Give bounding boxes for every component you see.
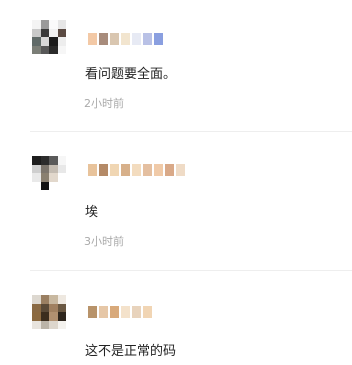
avatar-pixel	[57, 181, 66, 190]
avatar-pixel	[49, 320, 58, 329]
comment-text: 这不是正常的码	[85, 344, 177, 359]
avatar-pixel	[57, 45, 66, 54]
username-pixel	[88, 33, 97, 45]
avatar-pixel	[49, 181, 58, 190]
username-pixel	[121, 306, 130, 318]
username-pixel	[110, 33, 119, 45]
avatar-pixel	[32, 156, 41, 165]
avatar-pixel	[32, 173, 41, 182]
username-pixel	[143, 164, 152, 176]
comment-time: 2小时前	[84, 97, 124, 110]
avatar-pixel	[57, 173, 66, 182]
username-pixel	[99, 164, 108, 176]
avatar-pixel	[32, 28, 41, 37]
username-pixel	[154, 33, 163, 45]
avatar-pixel	[49, 45, 58, 54]
avatar[interactable]	[32, 20, 66, 54]
avatar-pixel	[57, 303, 66, 312]
avatar-pixel	[49, 28, 58, 37]
avatar-pixel	[49, 37, 58, 46]
avatar-pixel	[49, 164, 58, 173]
username-pixel	[132, 164, 141, 176]
comment-text: 看问题要全面。	[85, 67, 177, 82]
avatar-pixel	[32, 295, 41, 304]
avatar-pixel	[32, 312, 41, 321]
username-pixel	[88, 164, 97, 176]
avatar-pixel	[32, 320, 41, 329]
username-pixel	[154, 164, 163, 176]
avatar-pixel	[40, 303, 49, 312]
avatar-pixel	[57, 295, 66, 304]
username-pixel	[143, 306, 152, 318]
avatar-pixel	[40, 312, 49, 321]
avatar-pixel	[40, 320, 49, 329]
avatar[interactable]	[32, 156, 66, 190]
username-pixel	[165, 164, 174, 176]
avatar-pixel	[49, 303, 58, 312]
avatar-pixel	[40, 156, 49, 165]
avatar-pixel	[40, 173, 49, 182]
avatar[interactable]	[32, 295, 66, 329]
avatar-pixel	[57, 156, 66, 165]
avatar-pixel	[40, 295, 49, 304]
avatar-pixel	[32, 37, 41, 46]
username-pixel	[99, 306, 108, 318]
username-pixel	[99, 33, 108, 45]
avatar-pixel	[32, 164, 41, 173]
comment-time: 3小时前	[84, 235, 124, 248]
avatar-pixel	[49, 312, 58, 321]
username-pixel	[88, 306, 97, 318]
avatar-pixel	[49, 20, 58, 29]
avatar-pixel	[32, 45, 41, 54]
divider	[30, 131, 352, 132]
avatar-pixel	[49, 173, 58, 182]
avatar-pixel	[32, 303, 41, 312]
username-pixel	[121, 33, 130, 45]
avatar-pixel	[32, 181, 41, 190]
avatar-pixel	[57, 320, 66, 329]
avatar-pixel	[40, 20, 49, 29]
avatar-pixel	[57, 20, 66, 29]
username-pixel	[110, 306, 119, 318]
username-blurred[interactable]	[88, 33, 165, 45]
avatar-pixel	[49, 295, 58, 304]
avatar-pixel	[57, 37, 66, 46]
avatar-pixel	[40, 28, 49, 37]
avatar-pixel	[32, 20, 41, 29]
divider	[30, 270, 352, 271]
username-blurred[interactable]	[88, 164, 187, 176]
username-pixel	[132, 306, 141, 318]
comment-text: 埃	[85, 205, 99, 220]
avatar-pixel	[57, 164, 66, 173]
username-pixel	[132, 33, 141, 45]
avatar-pixel	[40, 45, 49, 54]
avatar-pixel	[57, 28, 66, 37]
avatar-pixel	[40, 164, 49, 173]
avatar-pixel	[57, 312, 66, 321]
username-pixel	[121, 164, 130, 176]
avatar-pixel	[40, 181, 49, 190]
username-pixel	[176, 164, 185, 176]
avatar-pixel	[49, 156, 58, 165]
username-pixel	[110, 164, 119, 176]
avatar-pixel	[40, 37, 49, 46]
username-pixel	[143, 33, 152, 45]
username-blurred[interactable]	[88, 306, 154, 318]
